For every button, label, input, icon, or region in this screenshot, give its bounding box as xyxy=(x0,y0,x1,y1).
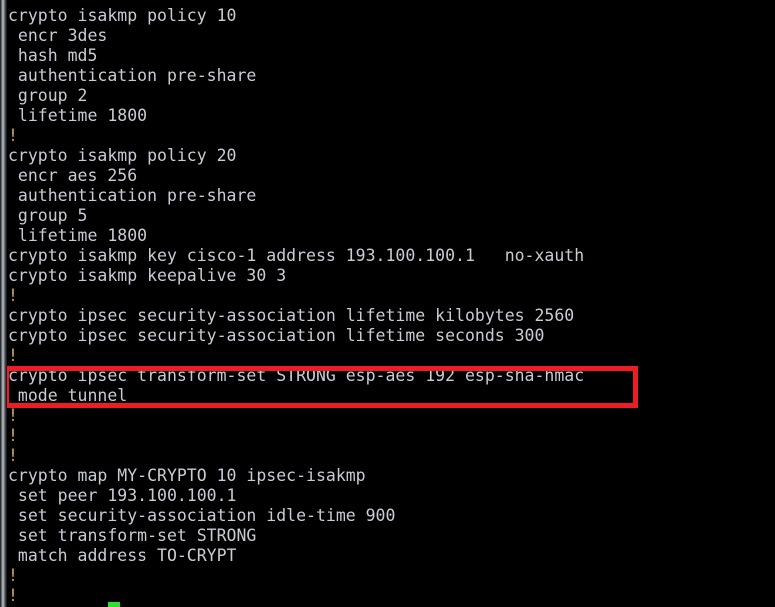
console-output[interactable]: ! crypto isakmp policy 10 encr 3des hash… xyxy=(8,0,768,607)
config-line: encr aes 256 xyxy=(8,166,138,185)
scrollbar-thumb[interactable] xyxy=(1,0,6,607)
config-line: match address TO-CRYPT xyxy=(8,546,237,565)
config-line: ! xyxy=(8,446,18,465)
config-line: set peer 193.100.100.1 xyxy=(8,486,237,505)
config-line: crypto ipsec security-association lifeti… xyxy=(8,326,545,345)
config-line: ! xyxy=(8,126,18,145)
config-line: encr 3des xyxy=(8,26,108,45)
config-line: ! xyxy=(8,426,18,445)
config-line: crypto isakmp key cisco-1 address 193.10… xyxy=(8,246,585,265)
config-line: ! xyxy=(8,566,18,585)
config-line: ! xyxy=(8,286,18,305)
config-line: authentication pre-share xyxy=(8,66,257,85)
config-line: set security-association idle-time 900 xyxy=(8,506,396,525)
config-line: set transform-set STRONG xyxy=(8,526,257,545)
config-line: lifetime 1800 xyxy=(8,226,148,245)
config-line: crypto ipsec transform-set STRONG esp-ae… xyxy=(8,366,585,385)
config-line: hash md5 xyxy=(8,46,98,65)
config-line: ! xyxy=(8,406,18,425)
vertical-scrollbar[interactable] xyxy=(0,0,7,607)
config-line: ! xyxy=(8,586,18,605)
config-line: group 2 xyxy=(8,86,88,105)
config-line: authentication pre-share xyxy=(8,186,257,205)
config-line: crypto isakmp keepalive 30 3 xyxy=(8,266,287,285)
config-line: crypto isakmp policy 20 xyxy=(8,146,237,165)
config-line: lifetime 1800 xyxy=(8,106,148,125)
config-line: mode tunnel xyxy=(8,386,128,405)
config-line: crypto map MY-CRYPTO 10 ipsec-isakmp xyxy=(8,466,366,485)
cursor-marker xyxy=(108,602,120,607)
config-line: crypto isakmp policy 10 xyxy=(8,6,237,25)
config-line: ! xyxy=(8,346,18,365)
terminal-window[interactable]: ! crypto isakmp policy 10 encr 3des hash… xyxy=(0,0,775,607)
config-line: crypto ipsec security-association lifeti… xyxy=(8,306,575,325)
config-line: group 5 xyxy=(8,206,88,225)
